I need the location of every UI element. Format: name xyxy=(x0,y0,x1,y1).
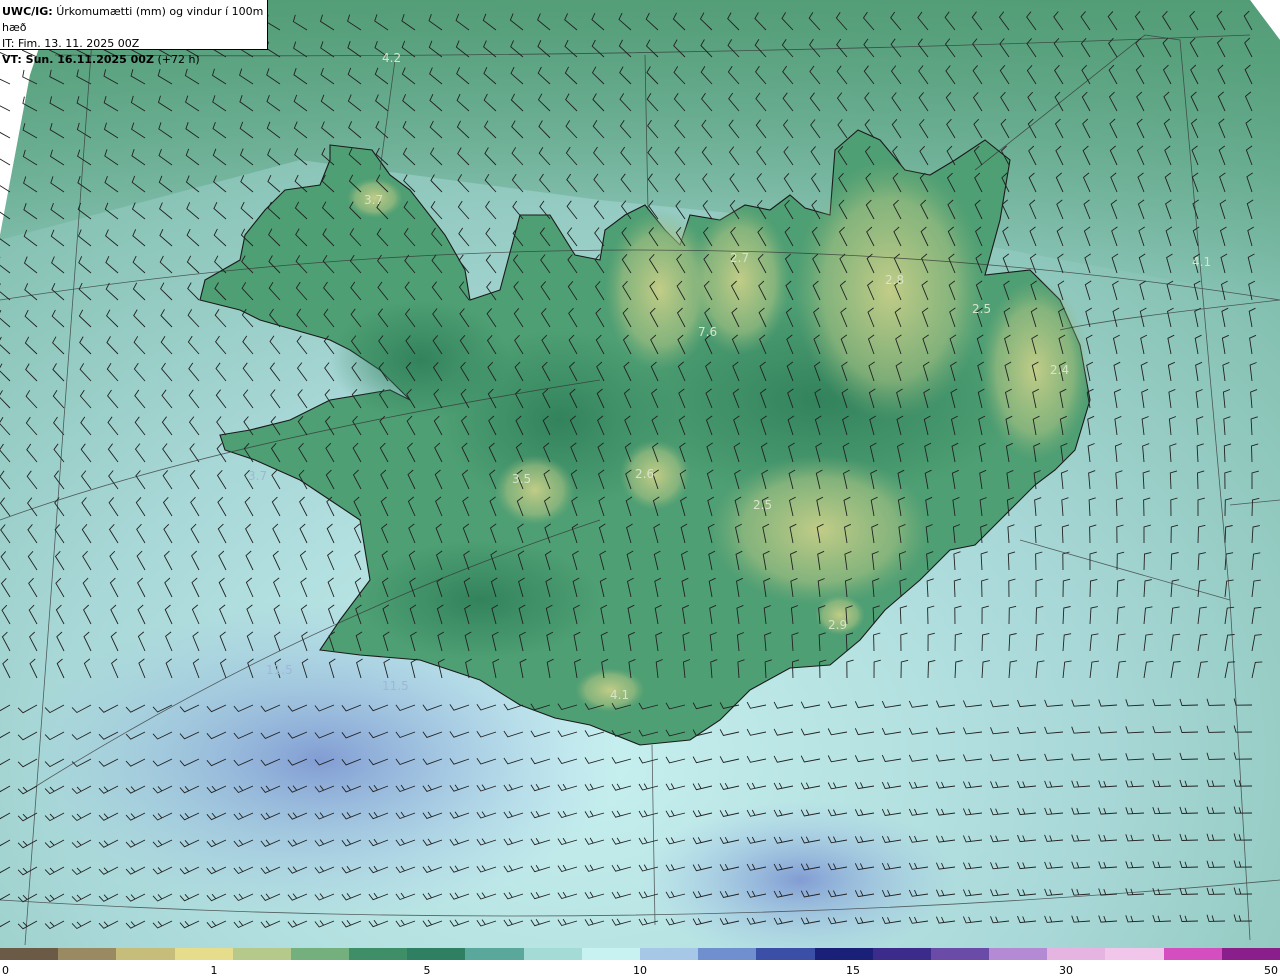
value-label: 3.5 xyxy=(512,472,531,486)
colorbar-segment xyxy=(989,948,1049,960)
valid-time: VT: Sun. 16.11.2025 00Z xyxy=(2,53,154,66)
weather-map-view: 4.2 3.7 2.7 2.8 2.5 4.1 7.6 2.6 3.5 2.5 … xyxy=(0,0,1280,978)
wind-barb xyxy=(0,105,11,112)
colorbar-segment xyxy=(232,948,292,960)
map-title-box: UWC/IG: Úrkomumætti (mm) og vindur í 100… xyxy=(0,0,268,66)
colorbar-tick: 50 xyxy=(1264,964,1278,977)
colorbar-segment xyxy=(174,948,234,960)
colorbar-segment xyxy=(1047,948,1107,960)
value-label: 4.1 xyxy=(610,688,629,702)
value-label: 2.8 xyxy=(885,273,904,287)
colorbar-segment xyxy=(58,948,118,960)
colorbar-tick: 0 xyxy=(2,964,9,977)
colorbar-segment xyxy=(640,948,700,960)
langjokull xyxy=(495,455,575,525)
colorbar-segment xyxy=(698,948,758,960)
colorbar-segment xyxy=(523,948,583,960)
colorbar-segment xyxy=(0,948,60,960)
value-label: 3.7 xyxy=(364,193,383,207)
colorbar-segment xyxy=(290,948,351,960)
colorbar-segment xyxy=(1221,948,1280,960)
colorbar-segment xyxy=(1163,948,1223,960)
value-label: 3.7 xyxy=(248,469,267,483)
colorbar-tick: 1 xyxy=(210,964,218,977)
colorbar-segment xyxy=(116,948,176,960)
wind-barb xyxy=(0,131,11,139)
colorbar-tick: 10 xyxy=(633,964,647,977)
value-label: 11.5 xyxy=(266,663,293,677)
initial-time: IT: Fim. 13. 11. 2025 00Z xyxy=(2,37,140,50)
forecast-offset: (+72 h) xyxy=(157,53,200,66)
colorbar-segment xyxy=(349,948,409,960)
vatnajokull xyxy=(710,455,930,605)
precipitation-wind-map: 4.2 3.7 2.7 2.8 2.5 4.1 7.6 2.6 3.5 2.5 … xyxy=(0,0,1280,948)
value-label: 4.1 xyxy=(1192,255,1211,269)
value-label: 4.2 xyxy=(382,51,401,65)
highland-ne xyxy=(795,160,985,420)
colorbar-tick: 5 xyxy=(423,964,431,977)
colorbar-segment xyxy=(581,948,641,960)
value-label: 2.9 xyxy=(828,618,847,632)
wind-barb xyxy=(0,158,11,166)
colorbar-segment xyxy=(465,948,525,960)
value-label: 7.6 xyxy=(698,325,717,339)
colorbar-segment xyxy=(872,948,932,960)
highland-east xyxy=(980,280,1090,460)
colorbar-segment xyxy=(1105,948,1165,960)
model-name: UWC/IG: xyxy=(2,5,53,18)
precip-colorbar xyxy=(0,948,1280,960)
value-label: 2.7 xyxy=(730,251,749,265)
value-label: 2.4 xyxy=(1050,363,1069,377)
value-label: 11.5 xyxy=(382,679,409,693)
value-label: 2.6 xyxy=(635,467,654,481)
colorbar-segment xyxy=(814,948,874,960)
colorbar-tick: 15 xyxy=(846,964,860,977)
green-shade-4 xyxy=(360,540,600,660)
colorbar-segment xyxy=(756,948,816,960)
value-label: 2.5 xyxy=(972,302,991,316)
colorbar-tick: 30 xyxy=(1059,964,1073,977)
colorbar-segment xyxy=(407,948,467,960)
value-label: 2.5 xyxy=(753,498,772,512)
wind-barb xyxy=(0,78,11,85)
colorbar-segment xyxy=(930,948,991,960)
